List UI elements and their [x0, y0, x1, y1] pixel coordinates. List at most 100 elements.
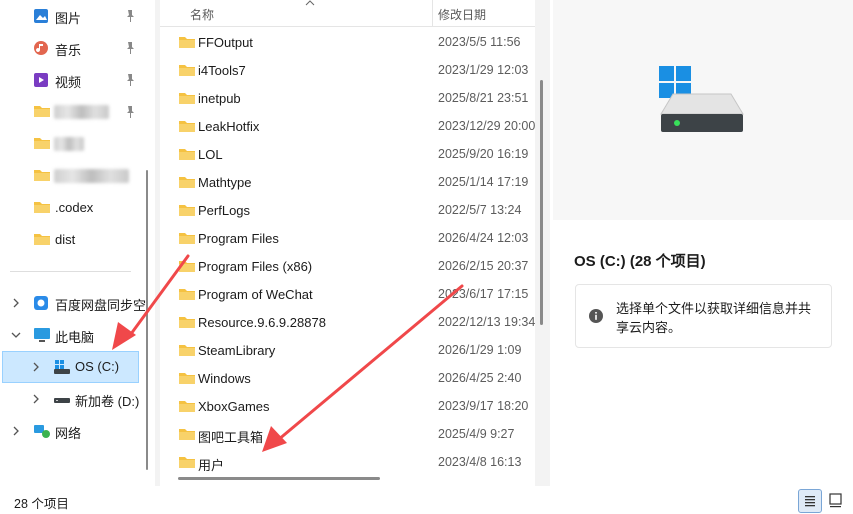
quick-access-item[interactable]: 音乐: [0, 34, 145, 62]
file-date: 2023/9/17 18:20: [438, 399, 529, 413]
status-bar: 28 个项目: [0, 486, 853, 514]
column-date-modified[interactable]: 修改日期: [438, 6, 486, 23]
quick-access-item[interactable]: .codex: [0, 194, 145, 222]
file-date: 2023/12/29 20:00: [438, 119, 535, 133]
file-date: 2026/4/25 2:40: [438, 371, 522, 385]
pin-icon[interactable]: [124, 73, 136, 87]
tree-item[interactable]: OS (C:): [0, 353, 150, 381]
item-count: 28 个项目: [14, 497, 69, 511]
tree-item[interactable]: 新加卷 (D:): [0, 385, 150, 413]
file-list-vertical-scrollbar[interactable]: [540, 80, 543, 325]
tree-item-label: 此电脑: [55, 330, 95, 345]
quick-access-item[interactable]: [0, 98, 145, 126]
tree-item[interactable]: 网络: [0, 417, 150, 445]
file-name: 用户: [198, 458, 225, 473]
table-row[interactable]: i4Tools7 2023/1/29 12:03: [160, 56, 535, 84]
folder-icon: [33, 200, 51, 217]
file-name: 图吧工具箱: [198, 430, 264, 445]
file-name: Resource.9.6.9.28878: [198, 315, 326, 330]
folder-icon: [179, 205, 195, 216]
file-name: Program Files: [198, 231, 279, 246]
this-pc-icon: [33, 327, 51, 346]
quick-access-label: 视频: [55, 75, 82, 90]
table-row[interactable]: 图吧工具箱 2025/4/9 9:27: [160, 420, 535, 448]
details-info-text: 选择单个文件以获取详细信息并共享云内容。: [616, 301, 812, 335]
quick-access-label: 图片: [55, 11, 82, 26]
folder-icon: [179, 65, 195, 76]
quick-access-item[interactable]: 视频: [0, 66, 145, 94]
table-row[interactable]: 用户 2023/4/8 16:13: [160, 448, 535, 476]
navigation-pane: 图片音乐视频 .codex dist 百度网盘同步空 此电脑 OS (C:) 新加卷 (D:…: [0, 0, 150, 486]
network-icon: [33, 423, 51, 442]
preview-area: [553, 0, 853, 220]
tree-item-label: 新加卷 (D:): [75, 394, 140, 409]
music-icon: [33, 40, 49, 59]
chevron-right-icon[interactable]: [30, 393, 42, 405]
quick-access-item[interactable]: [0, 162, 145, 190]
quick-access-item[interactable]: [0, 130, 145, 158]
file-date: 2025/9/20 16:19: [438, 147, 529, 161]
folder-icon: [33, 104, 51, 121]
table-row[interactable]: SteamLibrary 2026/1/29 1:09: [160, 336, 535, 364]
tiles-view-icon: [829, 493, 842, 508]
table-row[interactable]: PerfLogs 2022/5/7 13:24: [160, 196, 535, 224]
tree-item-label: OS (C:): [75, 359, 120, 374]
file-name: PerfLogs: [198, 203, 251, 218]
nav-scrollbar[interactable]: [146, 170, 148, 470]
file-list: 名称 修改日期 FFOutput 2023/5/5 11:56 i4Tools7 20…: [160, 0, 535, 486]
file-name: LeakHotfix: [198, 119, 260, 134]
chevron-right-icon[interactable]: [10, 297, 22, 309]
tree-item[interactable]: 此电脑: [0, 321, 150, 349]
details-info-card: 选择单个文件以获取详细信息并共享云内容。: [575, 284, 832, 348]
quick-access-item[interactable]: 图片: [0, 2, 145, 30]
folder-icon: [33, 232, 51, 249]
file-date: 2026/1/29 1:09: [438, 343, 522, 357]
column-divider[interactable]: [432, 0, 433, 27]
quick-access-item[interactable]: dist: [0, 226, 145, 254]
videos-icon: [33, 72, 49, 91]
folder-icon: [179, 261, 195, 272]
details-view-button[interactable]: [798, 489, 822, 513]
table-row[interactable]: XboxGames 2023/9/17 18:20: [160, 392, 535, 420]
pin-icon[interactable]: [124, 9, 136, 23]
folder-icon: [179, 93, 195, 104]
chevron-down-icon[interactable]: [10, 329, 22, 341]
column-name[interactable]: 名称: [190, 6, 214, 23]
file-date: 2023/4/8 16:13: [438, 455, 522, 469]
file-name: XboxGames: [198, 399, 270, 414]
table-row[interactable]: Program of WeChat 2023/6/17 17:15: [160, 280, 535, 308]
chevron-right-icon[interactable]: [30, 361, 42, 373]
pin-icon[interactable]: [124, 41, 136, 55]
table-row[interactable]: Windows 2026/4/25 2:40: [160, 364, 535, 392]
table-row[interactable]: FFOutput 2023/5/5 11:56: [160, 28, 535, 56]
large-icons-view-button[interactable]: [825, 489, 849, 513]
pictures-icon: [33, 8, 49, 27]
table-row[interactable]: Program Files (x86) 2026/2/15 20:37: [160, 252, 535, 280]
file-name: inetpub: [198, 91, 241, 106]
quick-access-label: .codex: [55, 200, 94, 215]
file-date: 2023/5/5 11:56: [438, 35, 521, 49]
drive-icon: [53, 391, 71, 410]
folder-icon: [179, 37, 195, 48]
file-name: Windows: [198, 371, 251, 386]
file-list-pane: 名称 修改日期 FFOutput 2023/5/5 11:56 i4Tools7 20…: [155, 0, 550, 486]
list-view-icon: [805, 496, 815, 507]
table-row[interactable]: Resource.9.6.9.28878 2022/12/13 19:34: [160, 308, 535, 336]
tree-item[interactable]: 百度网盘同步空: [0, 289, 150, 317]
tree-item-label: 百度网盘同步空: [55, 298, 147, 313]
chevron-right-icon[interactable]: [10, 425, 22, 437]
file-date: 2022/5/7 13:24: [438, 203, 522, 217]
folder-icon: [33, 136, 51, 153]
folder-icon: [33, 168, 51, 185]
folder-icon: [179, 289, 195, 300]
file-list-horizontal-scrollbar[interactable]: [178, 477, 380, 480]
file-date: 2022/12/13 19:34: [438, 315, 535, 329]
table-row[interactable]: Program Files 2026/4/24 12:03: [160, 224, 535, 252]
table-row[interactable]: LeakHotfix 2023/12/29 20:00: [160, 112, 535, 140]
pin-icon[interactable]: [124, 105, 136, 119]
folder-icon: [179, 233, 195, 244]
file-name: i4Tools7: [198, 63, 246, 78]
table-row[interactable]: inetpub 2025/8/21 23:51: [160, 84, 535, 112]
table-row[interactable]: LOL 2025/9/20 16:19: [160, 140, 535, 168]
table-row[interactable]: Mathtype 2025/1/14 17:19: [160, 168, 535, 196]
